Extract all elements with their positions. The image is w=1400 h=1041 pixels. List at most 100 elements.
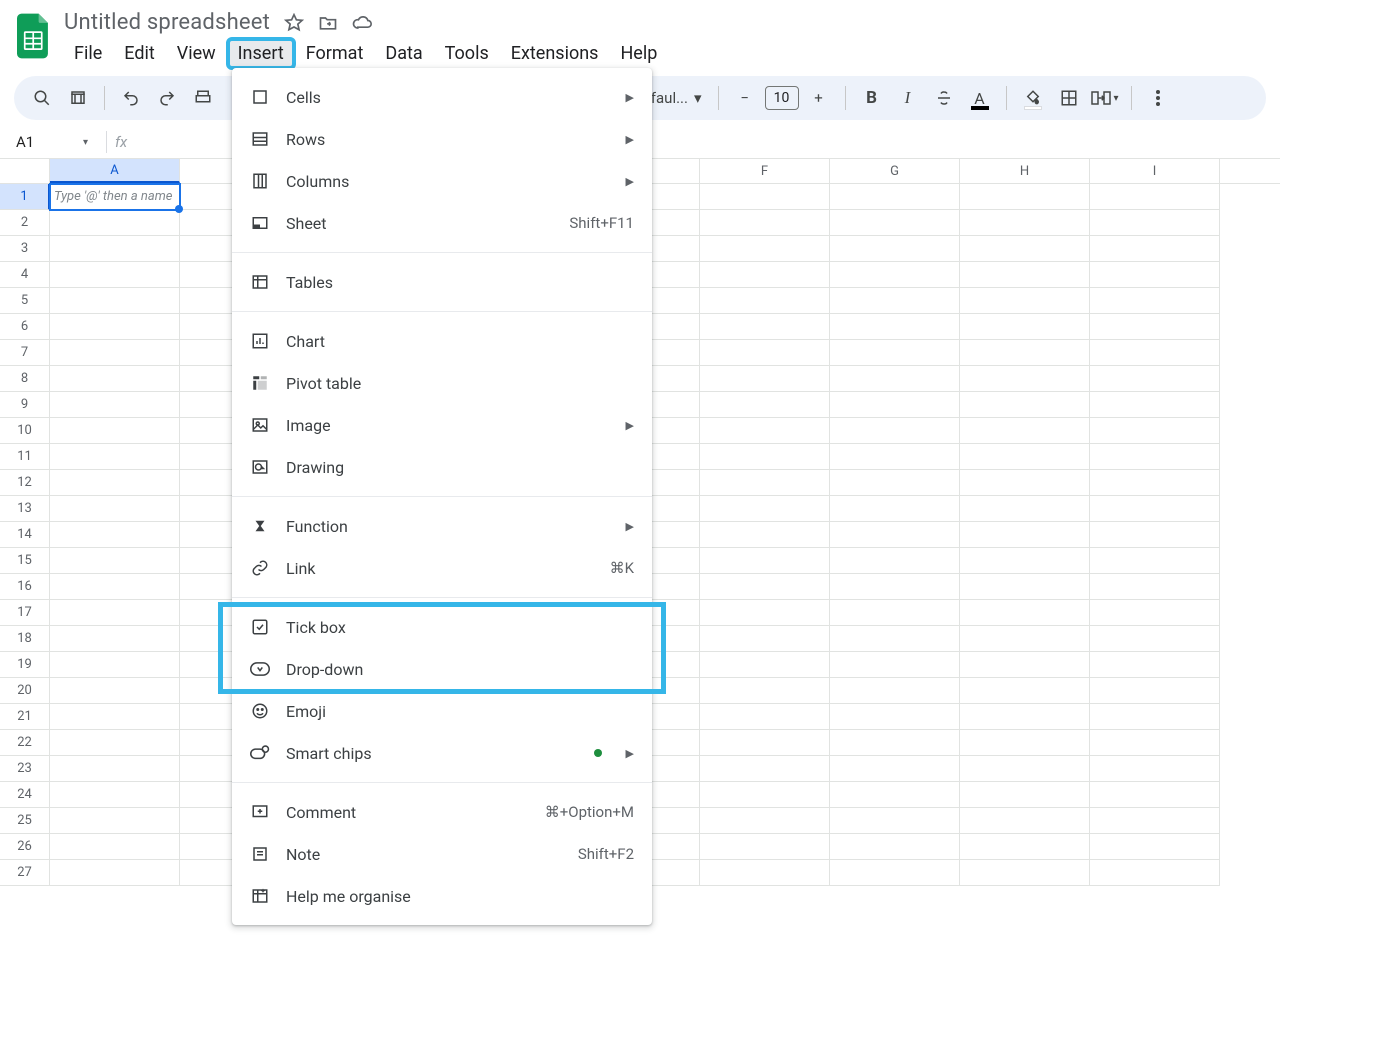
cell[interactable] [1090, 522, 1220, 548]
cell[interactable] [830, 236, 960, 262]
cell[interactable] [830, 652, 960, 678]
row-header[interactable]: 6 [0, 314, 50, 340]
cell[interactable] [700, 288, 830, 314]
row-header[interactable]: 3 [0, 236, 50, 262]
cell[interactable] [700, 730, 830, 756]
cell[interactable] [1090, 418, 1220, 444]
row-header[interactable]: 4 [0, 262, 50, 288]
cell[interactable] [1090, 548, 1220, 574]
cell[interactable] [1090, 366, 1220, 392]
name-box[interactable]: A1 ▾ [6, 133, 98, 151]
cell[interactable] [960, 652, 1090, 678]
cell[interactable] [50, 600, 180, 626]
cell[interactable] [830, 392, 960, 418]
cell[interactable] [50, 418, 180, 444]
cell[interactable] [50, 262, 180, 288]
row-header[interactable]: 7 [0, 340, 50, 366]
cell[interactable] [50, 704, 180, 730]
cell[interactable] [960, 496, 1090, 522]
cell[interactable] [50, 444, 180, 470]
cell[interactable] [50, 652, 180, 678]
cell[interactable] [1090, 652, 1220, 678]
menu-item-image[interactable]: Image▶ [232, 404, 652, 446]
sheets-logo[interactable] [14, 12, 54, 60]
print-area-icon[interactable] [62, 82, 94, 114]
cell[interactable] [830, 470, 960, 496]
doc-title[interactable]: Untitled spreadsheet [64, 10, 270, 35]
column-header[interactable]: F [700, 159, 830, 183]
cell[interactable] [700, 548, 830, 574]
cell[interactable] [700, 210, 830, 236]
cell[interactable] [1090, 314, 1220, 340]
menu-item-emoji[interactable]: Emoji [232, 690, 652, 732]
cell[interactable] [50, 574, 180, 600]
cell[interactable] [50, 678, 180, 704]
column-header[interactable]: I [1090, 159, 1220, 183]
fill-color-button[interactable] [1017, 82, 1049, 114]
cell[interactable] [1090, 704, 1220, 730]
cell[interactable] [50, 210, 180, 236]
cell[interactable] [50, 834, 180, 860]
row-header[interactable]: 2 [0, 210, 50, 236]
cell[interactable] [830, 314, 960, 340]
cell[interactable] [700, 574, 830, 600]
cell[interactable] [50, 340, 180, 366]
cell[interactable] [960, 678, 1090, 704]
borders-button[interactable] [1053, 82, 1085, 114]
menu-help[interactable]: Help [610, 39, 667, 68]
cell[interactable] [960, 184, 1090, 210]
row-header[interactable]: 16 [0, 574, 50, 600]
italic-button[interactable]: I [892, 82, 924, 114]
row-header[interactable]: 1 [0, 184, 50, 210]
star-icon[interactable] [284, 13, 304, 33]
cell[interactable] [1090, 340, 1220, 366]
cell[interactable] [50, 782, 180, 808]
cell[interactable] [700, 782, 830, 808]
cell[interactable] [960, 860, 1090, 886]
cell[interactable] [830, 834, 960, 860]
menu-item-help-me-organise[interactable]: Help me organise [232, 875, 652, 917]
column-header[interactable]: A [50, 159, 180, 183]
cell[interactable] [960, 210, 1090, 236]
cell[interactable] [830, 262, 960, 288]
menu-item-note[interactable]: NoteShift+F2 [232, 833, 652, 875]
cell[interactable] [700, 704, 830, 730]
cell[interactable] [830, 574, 960, 600]
cell[interactable] [960, 834, 1090, 860]
menu-item-pivot-table[interactable]: Pivot table [232, 362, 652, 404]
cell[interactable] [50, 522, 180, 548]
text-color-button[interactable]: A [964, 82, 996, 114]
increase-font-button[interactable]: + [803, 82, 835, 114]
cell[interactable] [700, 470, 830, 496]
row-header[interactable]: 20 [0, 678, 50, 704]
menu-item-comment[interactable]: Comment⌘+Option+M [232, 791, 652, 833]
cell[interactable] [50, 496, 180, 522]
row-header[interactable]: 9 [0, 392, 50, 418]
cell[interactable] [960, 704, 1090, 730]
menu-item-link[interactable]: Link⌘K [232, 547, 652, 589]
cell[interactable] [700, 418, 830, 444]
menu-item-rows[interactable]: Rows▶ [232, 118, 652, 160]
cell[interactable] [50, 470, 180, 496]
cell[interactable] [700, 262, 830, 288]
strikethrough-button[interactable] [928, 82, 960, 114]
cell[interactable] [830, 366, 960, 392]
cell[interactable] [700, 314, 830, 340]
cell[interactable] [830, 522, 960, 548]
move-folder-icon[interactable] [318, 13, 338, 33]
menu-item-tick-box[interactable]: Tick box [232, 606, 652, 648]
cell[interactable] [700, 678, 830, 704]
menu-item-columns[interactable]: Columns▶ [232, 160, 652, 202]
cell[interactable] [830, 730, 960, 756]
cell[interactable] [700, 236, 830, 262]
cell[interactable] [830, 496, 960, 522]
cell[interactable] [830, 340, 960, 366]
cell[interactable] [50, 756, 180, 782]
search-menus-button[interactable] [26, 82, 58, 114]
menu-extensions[interactable]: Extensions [501, 39, 609, 68]
cell[interactable] [1090, 470, 1220, 496]
cell[interactable] [1090, 834, 1220, 860]
menu-item-chart[interactable]: Chart [232, 320, 652, 362]
cell[interactable] [1090, 496, 1220, 522]
cell[interactable] [50, 392, 180, 418]
